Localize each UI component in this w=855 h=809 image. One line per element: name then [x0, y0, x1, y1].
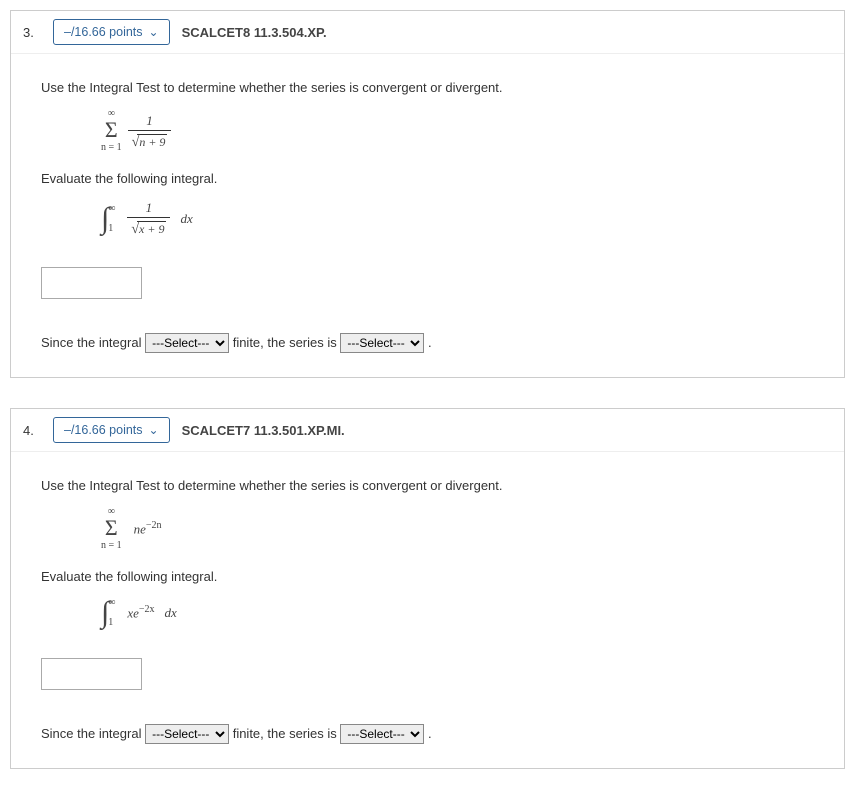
sqrt-expression: √ x + 9	[131, 221, 166, 237]
points-button[interactable]: –/16.66 points ⌄	[53, 417, 170, 443]
differential: dx	[180, 211, 192, 227]
integrand: xe−2x	[127, 604, 154, 621]
points-button[interactable]: –/16.66 points ⌄	[53, 19, 170, 45]
question-header: 3. –/16.66 points ⌄ SCALCET8 11.3.504.XP…	[11, 11, 844, 54]
question-number: 4.	[23, 423, 41, 438]
convergence-select[interactable]: ---Select---	[340, 724, 424, 744]
term-base: xe	[127, 606, 139, 621]
sum-lower-limit: n = 1	[101, 541, 122, 551]
question-number: 3.	[23, 25, 41, 40]
sentence-part-2: finite, the series is	[233, 726, 337, 741]
integral-upper-limit: ∞	[108, 598, 115, 608]
question-header: 4. –/16.66 points ⌄ SCALCET7 11.3.501.XP…	[11, 409, 844, 452]
term-exponent: −2x	[139, 604, 155, 615]
sqrt-expression: √ n + 9	[132, 134, 168, 150]
numerator: 1	[142, 200, 157, 217]
integral-upper-limit: ∞	[108, 204, 115, 214]
term: ne−2n	[134, 520, 162, 537]
finite-select[interactable]: ---Select---	[145, 724, 229, 744]
question-title: SCALCET7 11.3.501.XP.MI.	[182, 423, 345, 438]
question-block: 3. –/16.66 points ⌄ SCALCET8 11.3.504.XP…	[10, 10, 845, 378]
instruction-text: Use the Integral Test to determine wheth…	[41, 478, 814, 493]
sentence-period: .	[428, 726, 432, 741]
sum-lower-limit: n = 1	[101, 143, 122, 153]
sigma-operator: ∞ Σ n = 1	[101, 109, 122, 153]
series-expression: ∞ Σ n = 1 ne−2n	[101, 507, 814, 551]
integral-operator: ∫ ∞ 1	[101, 598, 115, 628]
sigma-icon: Σ	[105, 517, 118, 539]
points-label: –/16.66 points	[64, 423, 143, 437]
chevron-down-icon: ⌄	[149, 423, 159, 437]
integral-expression: ∫ ∞ 1 1 √ x + 9 dx	[101, 200, 814, 237]
radicand: x + 9	[137, 221, 166, 237]
sentence-part-2: finite, the series is	[233, 335, 337, 350]
sigma-icon: Σ	[105, 119, 118, 141]
radicand: n + 9	[137, 134, 167, 150]
numerator: 1	[142, 113, 157, 130]
integral-answer-input[interactable]	[41, 658, 142, 690]
term-exponent: −2n	[146, 520, 162, 531]
finite-select[interactable]: ---Select---	[145, 333, 229, 353]
radical-icon: √	[132, 136, 140, 150]
sentence-period: .	[428, 335, 432, 350]
evaluate-instruction: Evaluate the following integral.	[41, 569, 814, 584]
points-label: –/16.66 points	[64, 25, 143, 39]
sigma-operator: ∞ Σ n = 1	[101, 507, 122, 551]
denominator: √ x + 9	[127, 217, 170, 237]
chevron-down-icon: ⌄	[149, 25, 159, 39]
differential: dx	[165, 605, 177, 621]
conclusion-sentence: Since the integral ---Select--- finite, …	[41, 724, 814, 744]
fraction: 1 √ n + 9	[128, 113, 172, 150]
sentence-part-1: Since the integral	[41, 726, 141, 741]
question-block: 4. –/16.66 points ⌄ SCALCET7 11.3.501.XP…	[10, 408, 845, 769]
radical-icon: √	[131, 223, 139, 237]
denominator: √ n + 9	[128, 130, 172, 150]
integral-answer-input[interactable]	[41, 267, 142, 299]
question-body: Use the Integral Test to determine wheth…	[11, 452, 844, 768]
convergence-select[interactable]: ---Select---	[340, 333, 424, 353]
integral-operator: ∫ ∞ 1	[101, 204, 115, 234]
series-expression: ∞ Σ n = 1 1 √ n + 9	[101, 109, 814, 153]
question-body: Use the Integral Test to determine wheth…	[11, 54, 844, 377]
conclusion-sentence: Since the integral ---Select--- finite, …	[41, 333, 814, 353]
question-title: SCALCET8 11.3.504.XP.	[182, 25, 327, 40]
sentence-part-1: Since the integral	[41, 335, 141, 350]
evaluate-instruction: Evaluate the following integral.	[41, 171, 814, 186]
instruction-text: Use the Integral Test to determine wheth…	[41, 80, 814, 95]
integral-icon: ∫	[101, 601, 109, 625]
integral-expression: ∫ ∞ 1 xe−2x dx	[101, 598, 814, 628]
integral-icon: ∫	[101, 207, 109, 231]
term-base: ne	[134, 522, 146, 537]
fraction: 1 √ x + 9	[127, 200, 170, 237]
